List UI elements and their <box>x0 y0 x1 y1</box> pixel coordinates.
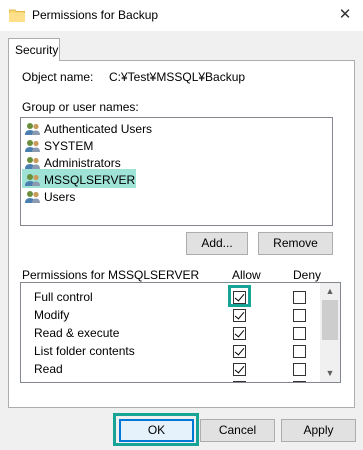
users-icon <box>25 122 41 136</box>
deny-checkbox[interactable] <box>293 345 306 358</box>
allow-checkbox[interactable] <box>233 345 246 358</box>
close-icon[interactable]: ✕ <box>334 4 356 26</box>
permission-row: Write <box>21 378 323 382</box>
allow-column-header: Allow <box>232 268 261 282</box>
tab-security[interactable]: Security <box>8 38 60 61</box>
permissions-list: Full control Modify Read & execute List fol… <box>20 282 341 383</box>
users-icon <box>25 156 41 170</box>
group-item[interactable]: MSSQLSERVER <box>25 171 141 188</box>
window-title: Permissions for Backup <box>32 8 159 22</box>
group-item-label: Users <box>44 189 76 204</box>
folder-icon <box>8 8 26 23</box>
permission-name: Modify <box>34 308 70 322</box>
permission-name: List folder contents <box>34 344 135 358</box>
users-icon <box>25 139 41 153</box>
permission-name: Write <box>34 380 62 382</box>
deny-checkbox[interactable] <box>293 291 306 304</box>
scroll-up-icon[interactable]: ▲ <box>320 283 340 300</box>
allow-checkbox[interactable] <box>233 381 246 382</box>
permission-row: Read <box>21 360 323 378</box>
deny-checkbox[interactable] <box>293 327 306 340</box>
ok-button-highlight <box>113 413 199 446</box>
group-item[interactable]: Authenticated Users <box>25 120 152 137</box>
tab-label: Security <box>15 43 59 57</box>
users-icon <box>25 190 41 204</box>
permission-name: Full control <box>34 290 93 304</box>
group-list-label: Group or user names: <box>22 100 139 114</box>
permissions-header: Permissions for MSSQLSERVER <box>22 268 200 282</box>
remove-button[interactable]: Remove <box>258 232 333 255</box>
deny-checkbox[interactable] <box>293 363 306 376</box>
group-item[interactable]: Administrators <box>25 154 121 171</box>
permission-name: Read <box>34 362 63 376</box>
deny-checkbox[interactable] <box>293 381 306 382</box>
deny-column-header: Deny <box>293 268 322 282</box>
permission-row: Modify <box>21 306 323 324</box>
allow-checkbox[interactable] <box>233 363 246 376</box>
group-item-label: MSSQLSERVER <box>44 172 136 187</box>
group-item[interactable]: Users <box>25 188 75 205</box>
permission-name: Read & execute <box>34 326 120 340</box>
add-button[interactable]: Add... <box>186 232 248 255</box>
object-name-value: C:¥Test¥MSSQL¥Backup <box>109 70 246 84</box>
permission-row: Read & execute <box>21 324 323 342</box>
permission-row: List folder contents <box>21 342 323 360</box>
full-control-allow-highlight <box>228 285 251 307</box>
allow-checkbox[interactable] <box>233 309 246 322</box>
scrollbar-thumb[interactable] <box>322 300 338 340</box>
permission-row: Full control <box>21 288 323 306</box>
allow-checkbox[interactable] <box>233 327 246 340</box>
users-icon <box>25 173 41 187</box>
object-name-label: Object name: <box>22 70 94 84</box>
cancel-button[interactable]: Cancel <box>200 419 275 442</box>
group-item-label: Authenticated Users <box>44 121 153 136</box>
group-item[interactable]: SYSTEM <box>25 137 93 154</box>
deny-checkbox[interactable] <box>293 309 306 322</box>
scroll-down-icon[interactable]: ▼ <box>320 365 340 382</box>
apply-button[interactable]: Apply <box>281 419 356 442</box>
group-item-label: Administrators <box>44 155 121 170</box>
group-item-label: SYSTEM <box>44 138 94 153</box>
